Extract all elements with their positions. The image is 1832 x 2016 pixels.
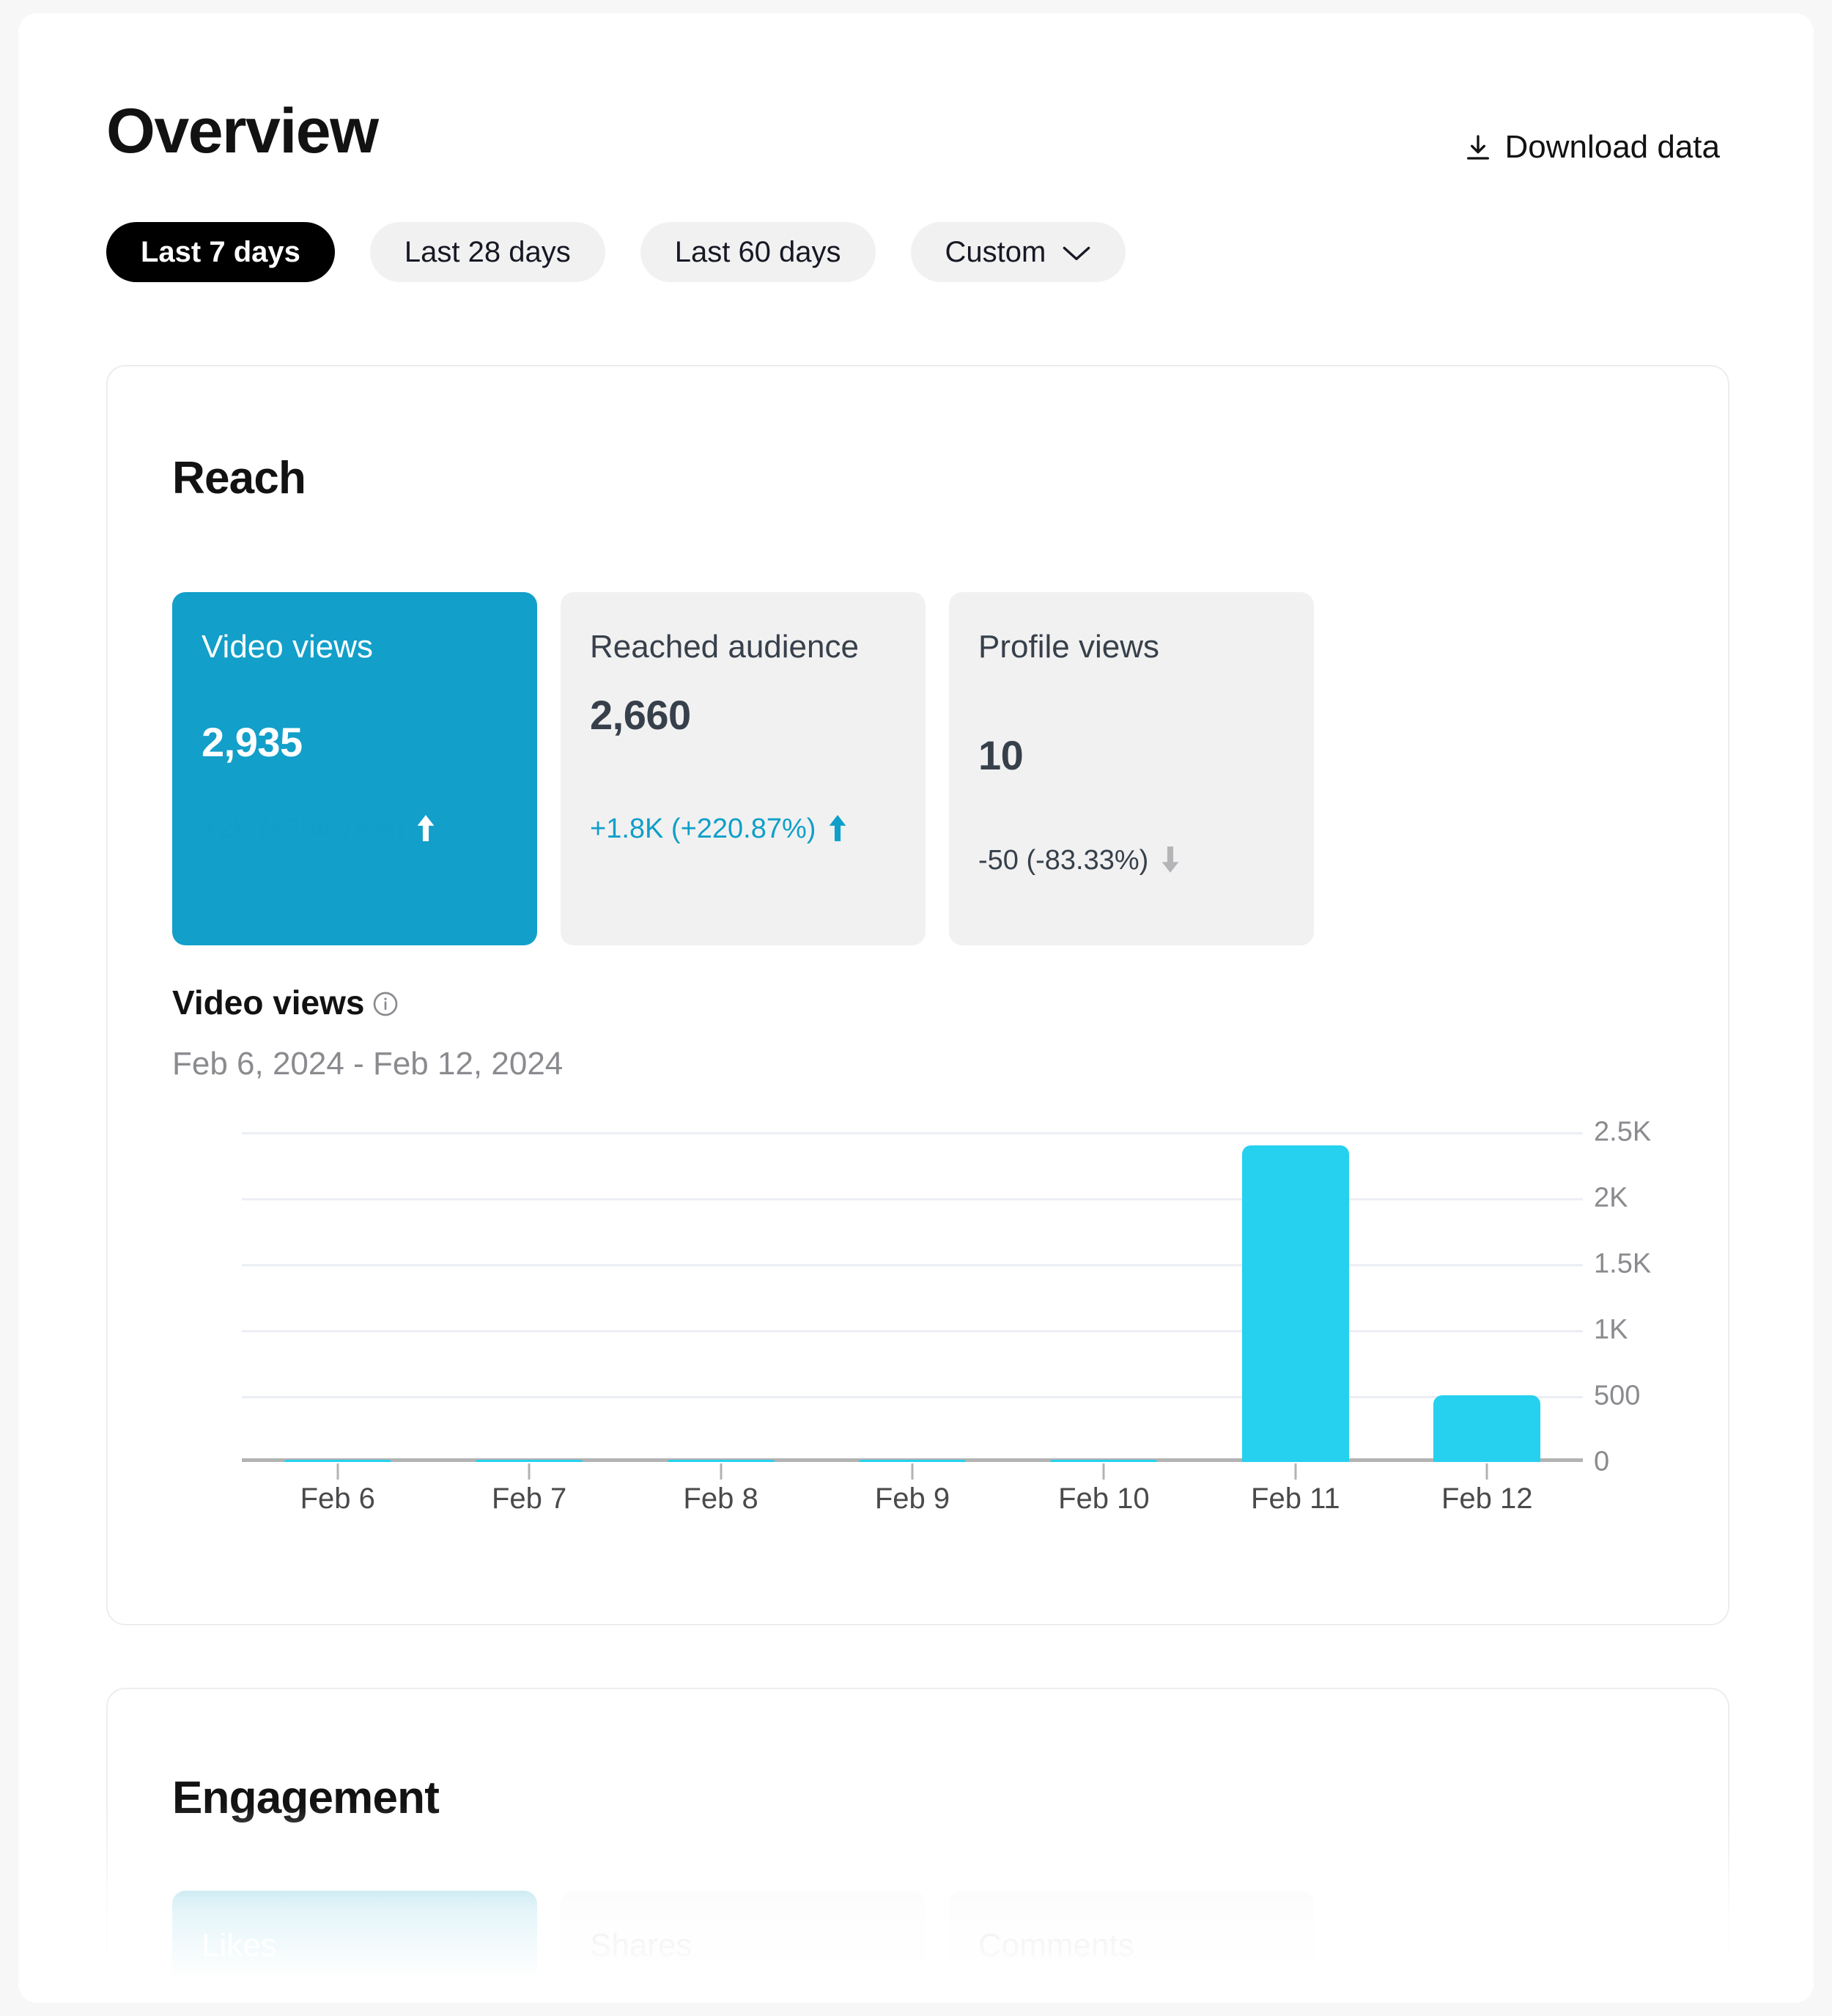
download-data-label: Download data — [1504, 129, 1720, 165]
arrow-up-icon — [417, 815, 435, 841]
chart-y-tick-label: 500 — [1594, 1380, 1641, 1411]
chart-y-tick-label: 1K — [1594, 1314, 1628, 1345]
metric-tile-profile-views[interactable]: Profile views 10 -50 (-83.33%) — [949, 592, 1314, 945]
metric-delta: +2K (+204.78%) — [202, 813, 435, 846]
chart-x-tick — [1485, 1463, 1488, 1480]
metric-label: Reached audience — [590, 629, 859, 665]
chart-bar[interactable] — [667, 1460, 775, 1462]
reach-metric-tiles: Video views 2,935 +2K (+204.78%) Reached… — [172, 592, 1314, 945]
chart-bar-slot[interactable] — [1200, 1132, 1391, 1480]
chart-x-tick-label: Feb 7 — [491, 1483, 567, 1515]
metric-tile-comments[interactable]: Comments — [949, 1891, 1314, 2003]
chevron-down-icon — [1062, 236, 1091, 269]
page-header: Overview Download data — [18, 13, 1814, 204]
chart-title: Video views — [172, 983, 365, 1022]
chart-bars — [242, 1132, 1583, 1480]
download-icon — [1467, 135, 1490, 160]
chart-x-tick — [1102, 1463, 1105, 1480]
filter-custom[interactable]: Custom — [910, 222, 1126, 282]
chart-title-row: Video views — [172, 986, 563, 1019]
engagement-metric-tiles: Likes Shares Comments — [172, 1891, 1314, 2003]
chart-x-tick-label: Feb 10 — [1058, 1483, 1150, 1515]
metric-delta-text: -50 (-83.33%) — [978, 845, 1149, 876]
metric-label: Comments — [978, 1927, 1134, 1963]
metric-delta-text: +1.8K (+220.87%) — [590, 813, 816, 844]
chart-x-tick-label: Feb 12 — [1441, 1483, 1533, 1515]
filter-last-60-days[interactable]: Last 60 days — [640, 222, 876, 282]
metric-value: 10 — [978, 732, 1024, 778]
chart-x-tick — [336, 1463, 339, 1480]
download-data-button[interactable]: Download data — [1463, 129, 1720, 166]
chart-bar[interactable] — [1050, 1460, 1158, 1462]
engagement-section-title: Engagement — [172, 1773, 440, 1823]
chart-bar-slot[interactable] — [625, 1132, 816, 1480]
chart-y-tick-label: 2K — [1594, 1182, 1628, 1214]
chart-bar-slot[interactable] — [816, 1132, 1008, 1480]
chart-y-tick-label: 2.5K — [1594, 1116, 1652, 1148]
metric-tile-reached-audience[interactable]: Reached audience 2,660 +1.8K (+220.87%) — [561, 592, 926, 945]
video-views-bar-chart: 0 500 1K 1.5K 2K 2.5K Feb 6 Feb 7 Feb 8 Feb 9 Feb… — [172, 1117, 1667, 1521]
metric-tile-likes[interactable]: Likes — [172, 1891, 537, 2003]
chart-x-tick-label: Feb 6 — [300, 1483, 375, 1515]
filter-label: Last 60 days — [674, 235, 841, 268]
chart-bar[interactable] — [858, 1460, 966, 1462]
metric-tile-video-views[interactable]: Video views 2,935 +2K (+204.78%) — [172, 592, 537, 945]
chart-bar-slot[interactable] — [433, 1132, 624, 1480]
chart-bar[interactable] — [284, 1460, 391, 1462]
chart-x-tick-label: Feb 9 — [874, 1483, 950, 1515]
date-range-filters: Last 7 days Last 28 days Last 60 days Cu… — [106, 222, 1126, 282]
page-title: Overview — [106, 96, 379, 166]
analytics-page: Overview Download data Last 7 days Last … — [18, 13, 1814, 2003]
chart-bar[interactable] — [1433, 1395, 1541, 1462]
info-icon[interactable] — [372, 991, 399, 1017]
chart-y-tick-label: 1.5K — [1594, 1248, 1652, 1280]
filter-label: Last 7 days — [141, 235, 300, 268]
reach-section-title: Reach — [172, 453, 306, 503]
chart-bar[interactable] — [1241, 1145, 1349, 1462]
chart-x-tick — [1294, 1463, 1297, 1480]
filter-label: Custom — [945, 235, 1046, 268]
metric-value: 2,660 — [590, 692, 691, 738]
chart-header: Video views Feb 6, 2024 - Feb 12, 2024 — [172, 986, 563, 1082]
chart-x-tick — [911, 1463, 914, 1480]
chart-bar-slot[interactable] — [1392, 1132, 1583, 1480]
metric-label: Shares — [590, 1927, 692, 1963]
metric-value: 2,935 — [202, 719, 303, 765]
filter-label: Last 28 days — [404, 235, 571, 268]
chart-y-tick-label: 0 — [1594, 1446, 1610, 1477]
metric-delta: +1.8K (+220.87%) — [590, 813, 847, 846]
arrow-down-icon — [1161, 846, 1179, 873]
metric-delta: -50 (-83.33%) — [978, 845, 1180, 877]
metric-tile-shares[interactable]: Shares — [561, 1891, 926, 2003]
chart-x-tick-label: Feb 8 — [683, 1483, 758, 1515]
filter-last-28-days[interactable]: Last 28 days — [369, 222, 605, 282]
metric-label: Likes — [202, 1927, 277, 1963]
reach-section: Reach Video views 2,935 +2K (+204.78%) R… — [106, 365, 1729, 1625]
chart-x-axis-labels: Feb 6 Feb 7 Feb 8 Feb 9 Feb 10 Feb 11 Feb 12 — [242, 1483, 1583, 1515]
chart-x-tick — [528, 1463, 531, 1480]
chart-date-range: Feb 6, 2024 - Feb 12, 2024 — [172, 1046, 564, 1082]
metric-label: Profile views — [978, 629, 1159, 665]
chart-bar-slot[interactable] — [242, 1132, 433, 1480]
chart-bar-slot[interactable] — [1008, 1132, 1200, 1480]
chart-bar[interactable] — [476, 1460, 583, 1462]
engagement-section: Engagement Likes Shares Comments — [106, 1688, 1729, 2003]
metric-label: Video views — [202, 629, 373, 665]
chart-y-axis-labels: 0 500 1K 1.5K 2K 2.5K — [1594, 1117, 1726, 1477]
metric-delta-text: +2K (+204.78%) — [202, 813, 405, 844]
arrow-up-icon — [829, 815, 846, 841]
chart-x-tick — [720, 1463, 723, 1480]
chart-x-tick-label: Feb 11 — [1251, 1483, 1340, 1515]
filter-last-7-days[interactable]: Last 7 days — [106, 222, 335, 282]
